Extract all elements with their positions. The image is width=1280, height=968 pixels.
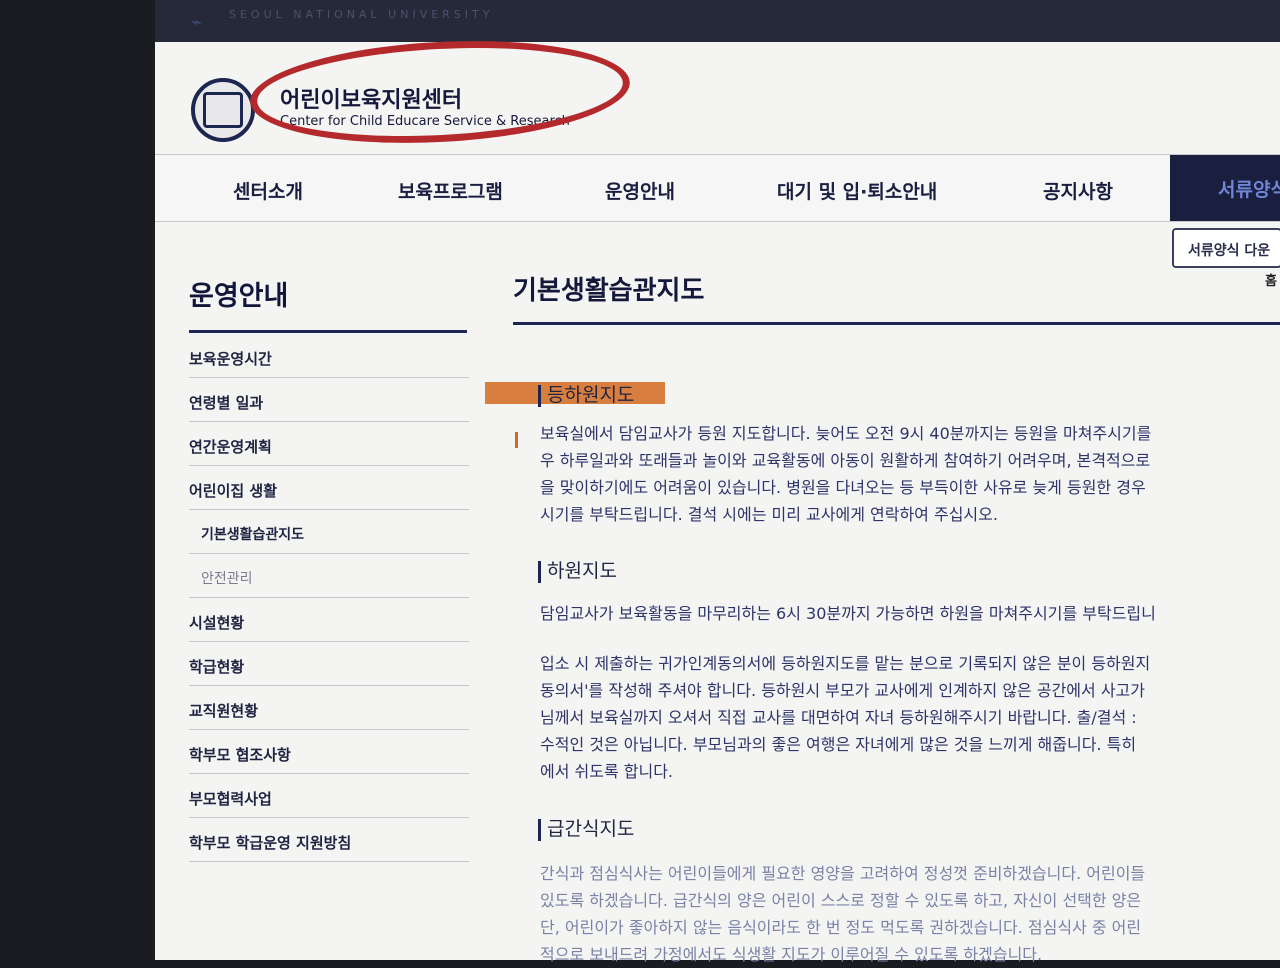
forms-download-dropdown[interactable]: 서류양식 다운 — [1172, 228, 1280, 268]
sidebar-item-annual-plan[interactable]: 연간운영계획 — [189, 422, 469, 466]
page-title-divider — [513, 322, 1280, 325]
section-heading-departure: 하원지도 — [538, 556, 617, 583]
sidebar-item-daycare-life[interactable]: 어린이집 생활 — [189, 466, 469, 510]
sidebar-subitem-safety[interactable]: 안전관리 — [189, 554, 469, 598]
sidebar-item-classes[interactable]: 학급현황 — [189, 642, 469, 686]
sidebar-item-staff[interactable]: 교직원현황 — [189, 686, 469, 730]
browser-page: 어린이보육지원센터 Center for Child Educare Servi… — [155, 32, 1280, 964]
sidebar-item-parent-class-support[interactable]: 학부모 학급운영 지원방침 — [189, 818, 469, 862]
section-text-pickup-consent: 입소 시 제출하는 귀가인계동의서에 등하원지도를 맡는 분으로 기록되지 않은… — [540, 654, 1151, 781]
nav-item-operation-guide[interactable]: 운영안내 — [605, 177, 675, 204]
section-text-arrival: 보육실에서 담임교사가 등원 지도합니다. 늦어도 오전 9시 40분까지는 등… — [540, 424, 1152, 524]
red-marker-circle-annotation — [247, 32, 633, 152]
nav-item-center-intro[interactable]: 센터소개 — [233, 177, 303, 204]
nav-item-notices[interactable]: 공지사항 — [1043, 177, 1113, 204]
section-heading-arrival-departure: 등하원지도 — [538, 380, 634, 407]
section-heading-meals: 급간식지도 — [538, 814, 634, 841]
page-title: 기본생활습관지도 — [513, 276, 705, 306]
university-name: SEOUL NATIONAL UNIVERSITY — [229, 8, 494, 21]
sidebar-menu: 보육운영시간 연령별 일과 연간운영계획 어린이집 생활 기본생활습관지도 안전… — [189, 334, 469, 862]
home-link[interactable]: 홈 — [1265, 270, 1277, 289]
sidebar-item-parent-programs[interactable]: 부모협력사업 — [189, 774, 469, 818]
sidebar-item-operating-hours[interactable]: 보육운영시간 — [189, 334, 469, 378]
center-emblem-icon[interactable] — [191, 78, 255, 142]
section-text-meals: 간식과 점심식사는 어린이들에게 필요한 영양을 고려하여 정성껏 준비하겠습니… — [540, 864, 1146, 964]
main-navigation: 센터소개 보육프로그램 운영안내 대기 및 입·퇴소안내 공지사항 서류양식 — [155, 154, 1280, 222]
nav-item-forms[interactable]: 서류양식 — [1170, 155, 1280, 221]
sidebar-subitem-basic-habits[interactable]: 기본생활습관지도 — [189, 510, 469, 554]
sidebar-divider — [189, 330, 467, 333]
orange-marker-tick — [515, 432, 518, 448]
sidebar-item-daily-schedule[interactable]: 연령별 일과 — [189, 378, 469, 422]
sidebar-item-facilities[interactable]: 시설현황 — [189, 598, 469, 642]
sidebar-title: 운영안내 — [189, 281, 289, 312]
section-text-departure: 담임교사가 보육활동을 마무리하는 6시 30분까지 가능하면 하원을 마쳐주시… — [540, 604, 1156, 623]
sidebar-item-parent-cooperation[interactable]: 학부모 협조사항 — [189, 730, 469, 774]
nav-item-waiting-admission[interactable]: 대기 및 입·퇴소안내 — [777, 177, 937, 204]
university-top-bar: ⌁ SEOUL NATIONAL UNIVERSITY — [155, 0, 1280, 42]
university-logo-icon: ⌁ — [191, 12, 206, 33]
nav-item-childcare-program[interactable]: 보육프로그램 — [398, 177, 503, 204]
